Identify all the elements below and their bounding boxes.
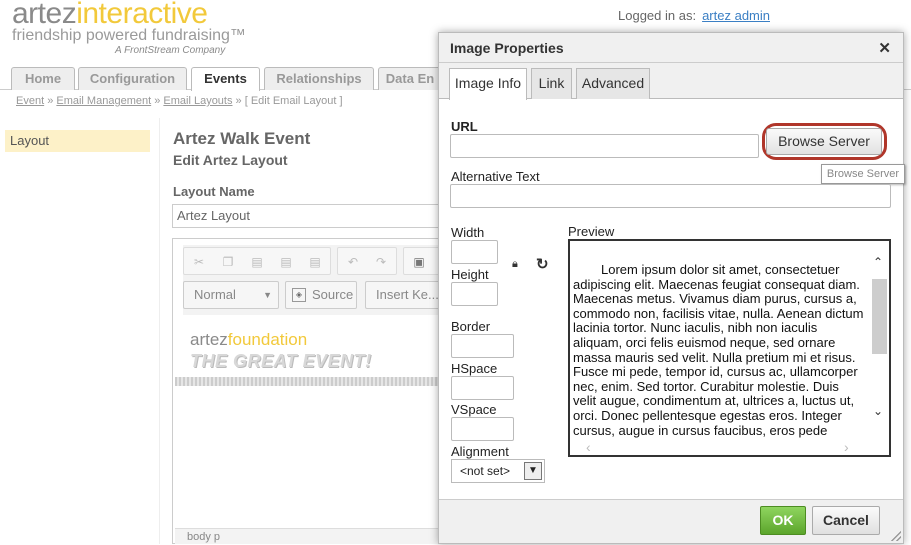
- tab-link[interactable]: Link: [531, 68, 572, 99]
- undo-icon[interactable]: ↶: [346, 255, 360, 269]
- border-label: Border: [451, 319, 491, 334]
- paste-text-icon[interactable]: ▤: [279, 255, 293, 269]
- logo-text-artez: artez: [12, 0, 77, 30]
- vspace-input[interactable]: [451, 417, 514, 441]
- border-input[interactable]: [451, 334, 514, 358]
- redo-icon[interactable]: ↷: [374, 255, 388, 269]
- content-logo: artezfoundation: [190, 330, 307, 350]
- content-divider: [175, 377, 440, 386]
- preview-text: Lorem ipsum dolor sit amet, consectetuer…: [573, 262, 865, 453]
- width-input[interactable]: [451, 240, 498, 264]
- content-logo-artez: artez: [190, 330, 228, 349]
- alt-text-input[interactable]: [450, 184, 891, 208]
- breadcrumb: Event » Email Management » Email Layouts…: [16, 95, 343, 107]
- cut-icon[interactable]: ✂: [192, 255, 206, 269]
- preview-vertical-scrollbar[interactable]: ⌃ ⌄: [870, 241, 889, 455]
- hspace-input[interactable]: [451, 376, 514, 400]
- format-combo-value: Normal: [194, 287, 236, 302]
- sidebar: Layout: [0, 118, 160, 544]
- breadcrumb-email-management[interactable]: Email Management: [56, 95, 151, 107]
- browse-server-tooltip: Browse Server: [821, 164, 905, 184]
- source-label: Source: [312, 287, 354, 302]
- format-combo[interactable]: Normal ▼: [183, 281, 279, 309]
- height-label: Height: [451, 267, 489, 282]
- scroll-left-icon[interactable]: ‹: [586, 439, 591, 455]
- toolbar-group-clipboard: ✂ ❐ ▤ ▤ ▤: [183, 247, 331, 275]
- preview-pane: Lorem ipsum dolor sit amet, consectetuer…: [568, 239, 891, 457]
- alignment-select[interactable]: <not set> ▼: [451, 459, 545, 483]
- preview-label: Preview: [568, 224, 615, 239]
- page-title: Artez Walk Event: [173, 129, 311, 148]
- breadcrumb-email-layouts[interactable]: Email Layouts: [163, 95, 232, 107]
- resize-handle-icon[interactable]: [891, 531, 901, 541]
- logged-in-info: Logged in as: artez admin: [618, 8, 770, 23]
- scroll-up-icon[interactable]: ⌃: [873, 255, 883, 269]
- url-label: URL: [451, 119, 478, 134]
- ok-button[interactable]: OK: [760, 506, 806, 535]
- toolbar-group-undo: ↶ ↷: [337, 247, 397, 275]
- dialog-title: Image Properties: [450, 40, 564, 56]
- alignment-value: <not set>: [460, 464, 511, 478]
- tab-home[interactable]: Home: [11, 67, 75, 90]
- layout-name-label: Layout Name: [173, 184, 255, 199]
- scroll-right-icon[interactable]: ›: [844, 439, 849, 455]
- editor-toolbar: ✂ ❐ ▤ ▤ ▤ ↶ ↷ ▣ Normal ▼ ◈ Source Insert…: [183, 245, 443, 315]
- tab-image-info[interactable]: Image Info: [449, 68, 527, 100]
- preview-horizontal-scrollbar[interactable]: ‹ ›: [570, 439, 870, 455]
- hspace-label: HSpace: [451, 361, 498, 376]
- tab-data-entry[interactable]: Data En: [378, 67, 442, 90]
- cancel-button[interactable]: Cancel: [812, 506, 880, 535]
- logged-in-label: Logged in as:: [618, 8, 697, 23]
- tab-advanced[interactable]: Advanced: [576, 68, 650, 99]
- url-input[interactable]: [450, 134, 759, 158]
- width-label: Width: [451, 225, 485, 240]
- page-subtitle: Edit Artez Layout: [173, 152, 288, 168]
- image-icon[interactable]: ▣: [412, 255, 426, 269]
- logo: artezinteractive: [12, 0, 208, 30]
- tab-configuration[interactable]: Configuration: [78, 67, 187, 90]
- sidebar-item-layout[interactable]: Layout: [5, 130, 150, 152]
- insert-keyword-combo[interactable]: Insert Ke...: [365, 281, 443, 309]
- toolbar-group-insert: ▣: [403, 247, 443, 275]
- image-properties-dialog: Image Properties ✕ Image Info Link Advan…: [438, 32, 905, 544]
- insert-keyword-label: Insert Ke...: [376, 287, 439, 302]
- dialog-footer: OK Cancel: [439, 499, 903, 543]
- scrollbar-thumb[interactable]: [872, 279, 887, 354]
- tab-events[interactable]: Events: [191, 67, 260, 91]
- content-headline: THE GREAT EVENT!: [190, 351, 372, 371]
- close-icon[interactable]: ✕: [878, 39, 891, 57]
- editor-status-path: body p: [175, 528, 440, 544]
- logo-company: A FrontStream Company: [115, 45, 226, 56]
- paste-icon[interactable]: ▤: [250, 255, 264, 269]
- paste-word-icon[interactable]: ▤: [308, 255, 322, 269]
- source-icon: ◈: [292, 288, 306, 302]
- height-input[interactable]: [451, 282, 498, 306]
- source-button[interactable]: ◈ Source: [285, 281, 357, 309]
- logo-text-interactive: interactive: [76, 0, 208, 30]
- dialog-header[interactable]: Image Properties ✕: [439, 33, 903, 63]
- vspace-label: VSpace: [451, 402, 497, 417]
- layout-name-input[interactable]: Artez Layout: [172, 204, 442, 228]
- scroll-down-icon[interactable]: ⌄: [873, 404, 883, 418]
- chevron-down-icon: ▼: [524, 462, 542, 480]
- lock-ratio-icon[interactable]: 🔒︎: [512, 258, 518, 271]
- tab-relationships[interactable]: Relationships: [264, 67, 374, 90]
- alt-text-label: Alternative Text: [451, 169, 540, 184]
- breadcrumb-current: [ Edit Email Layout ]: [244, 95, 343, 107]
- reset-size-icon[interactable]: ↻: [536, 255, 549, 273]
- browse-server-button[interactable]: Browse Server: [766, 128, 882, 155]
- logo-tagline: friendship powered fundraising™: [12, 27, 246, 44]
- breadcrumb-event[interactable]: Event: [16, 95, 44, 107]
- content-logo-foundation: foundation: [227, 330, 308, 349]
- preview-text-body: Lorem ipsum dolor sit amet, consectetuer…: [573, 262, 864, 452]
- copy-icon[interactable]: ❐: [221, 255, 235, 269]
- dialog-tabs: Image Info Link Advanced: [439, 63, 903, 100]
- alignment-label: Alignment: [451, 444, 509, 459]
- user-link[interactable]: artez admin: [702, 8, 770, 23]
- chevron-down-icon: ▼: [263, 290, 272, 300]
